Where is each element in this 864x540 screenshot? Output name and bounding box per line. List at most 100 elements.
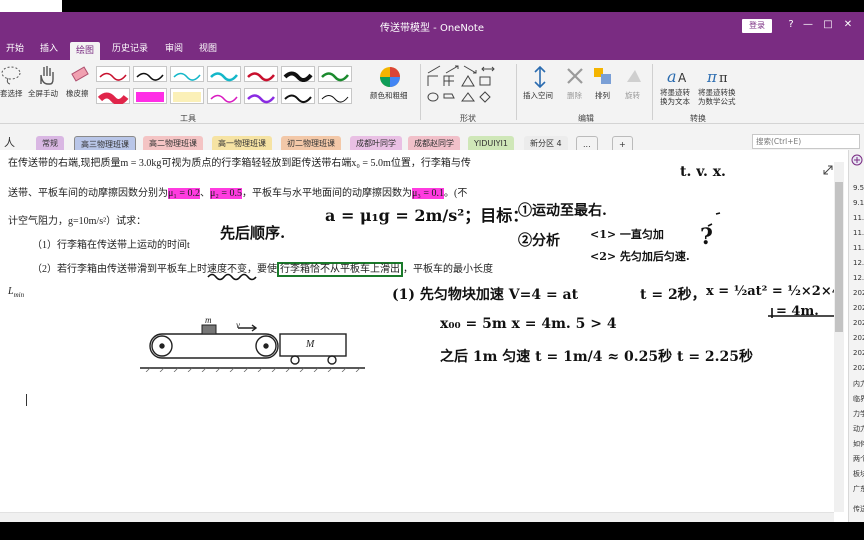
pen-red-medium[interactable]	[244, 66, 278, 82]
arrange-icon[interactable]	[592, 65, 614, 87]
section-tab-label: 常规	[42, 139, 58, 148]
page-list-item[interactable]: 9.1	[853, 199, 864, 207]
menu-draw[interactable]: 绘图	[70, 42, 101, 60]
ink-to-math-icon[interactable]: ππ	[705, 64, 733, 88]
section-overflow-button[interactable]: ...	[576, 136, 598, 151]
section-tab[interactable]: 高二物理班课	[143, 136, 203, 151]
mu3-highlight: μ₃ = 0.1	[412, 188, 444, 199]
window-title: 传送带模型 - OneNote	[380, 23, 484, 34]
login-button[interactable]: 登录	[742, 19, 772, 33]
pen-black-fine[interactable]	[318, 88, 352, 104]
page-canvas[interactable]: 在传送带的右端,现把质量m = 3.0kg可视为质点的行李箱轻轻放到距传送带右端…	[0, 150, 848, 522]
add-page-icon[interactable]	[851, 154, 863, 166]
page-list-item[interactable]: 9.5	[853, 184, 864, 192]
pen-green[interactable]	[318, 66, 352, 82]
pen-red-thin[interactable]	[96, 66, 130, 82]
menu-home[interactable]: 开始	[6, 42, 24, 60]
color-wheel-icon[interactable]	[378, 65, 402, 89]
page-list-item[interactable]: 临界	[853, 394, 864, 404]
search-input[interactable]: 搜索(Ctrl+E)	[752, 134, 860, 149]
svg-text:A: A	[678, 71, 687, 85]
problem-line-1: 在传送带的右端,现把质量m = 3.0kg可视为质点的行李箱轻轻放到距传送带右端…	[8, 158, 471, 169]
minimize-button[interactable]: —	[802, 18, 814, 32]
page-list-item[interactable]: 力学	[853, 409, 864, 419]
pen-cyan-medium[interactable]	[207, 66, 241, 82]
notebook-selector[interactable]: 人	[4, 134, 15, 150]
section-tab[interactable]: 常规	[36, 136, 64, 151]
shapes-gallery-icon[interactable]	[426, 64, 508, 110]
horizontal-scrollbar[interactable]	[0, 512, 834, 522]
highlighter-yellow[interactable]	[170, 88, 204, 104]
section-tab[interactable]: 成都赵同学	[408, 136, 460, 151]
section-tab[interactable]: 初二物理班课	[281, 136, 341, 151]
ink-strokes	[707, 212, 838, 318]
wavy-underline-mark	[207, 273, 257, 281]
text-cursor	[26, 394, 32, 406]
page-list-item[interactable]: 传送	[853, 504, 864, 514]
rotate-label: 旋转	[625, 91, 640, 100]
section-tab[interactable]: 高一物理班课	[212, 136, 272, 151]
menu-insert[interactable]: 插入	[40, 42, 58, 60]
lasso-icon[interactable]	[0, 64, 22, 86]
page-list-item[interactable]: 12.	[853, 259, 864, 267]
pan-hand-icon[interactable]	[36, 64, 56, 86]
pen-black-thin[interactable]	[133, 66, 167, 82]
page-list-item[interactable]: 12.	[853, 274, 864, 282]
figure-label-v: v	[236, 320, 240, 330]
ink-tvx: t. v. x.	[680, 164, 726, 180]
page-list-item[interactable]: 202	[853, 304, 864, 312]
help-button[interactable]: ?	[785, 18, 797, 32]
pen-stroke-icon	[97, 92, 129, 105]
group-edit-label: 编辑	[578, 114, 594, 123]
ribbon-separator	[516, 64, 517, 120]
pen-cyan-thin[interactable]	[170, 66, 204, 82]
pen-purple[interactable]	[244, 88, 278, 104]
insert-space-label: 插入空间	[523, 91, 553, 100]
page-list-item[interactable]: 两个	[853, 454, 864, 464]
page-list-item[interactable]: 11.	[853, 214, 864, 222]
problem-text: 。(不	[444, 188, 468, 199]
section-tab[interactable]: YIDUIYI1	[468, 136, 514, 151]
screen-top-bar	[0, 0, 864, 12]
page-list-item[interactable]: 202	[853, 349, 864, 357]
section-tab[interactable]: 成都叶同学	[350, 136, 402, 151]
rotate-icon[interactable]	[623, 66, 643, 86]
color-thickness-label: 颜色和粗细	[370, 91, 408, 100]
highlighter-magenta[interactable]	[133, 88, 167, 104]
page-list-item[interactable]: 11.	[853, 244, 864, 252]
pen-black-medium[interactable]	[281, 88, 315, 104]
boxed-text: 行李箱恰不从平板车上滑出	[277, 262, 403, 277]
expand-icon[interactable]	[822, 164, 834, 176]
menu-review[interactable]: 审阅	[165, 42, 183, 60]
page-list-item[interactable]: 如何	[853, 439, 864, 449]
page-list-item[interactable]: 内力	[853, 379, 864, 389]
page-list-item[interactable]: 202	[853, 289, 864, 297]
maximize-button[interactable]: □	[822, 18, 834, 32]
section-tab[interactable]: 新分区 4	[524, 136, 568, 151]
insert-space-icon[interactable]	[530, 66, 550, 88]
section-tab-label: +	[619, 140, 626, 149]
delete-icon[interactable]	[565, 66, 585, 86]
ink-step-3: 之后 1m 匀速 t = 1m/4 ≈ 0.25秒 t = 2.25秒	[440, 349, 754, 365]
close-button[interactable]: ✕	[842, 18, 854, 32]
ink-to-text-icon[interactable]: aA	[665, 64, 691, 88]
section-tab-active[interactable]: 高三物理班课	[74, 136, 136, 151]
add-section-button[interactable]: +	[612, 136, 633, 151]
svg-text:a: a	[667, 67, 677, 86]
eraser-icon[interactable]	[70, 64, 90, 84]
page-list-item[interactable]: 202	[853, 364, 864, 372]
pen-black-thick[interactable]	[281, 66, 315, 82]
page-list-item[interactable]: 广东	[853, 484, 864, 494]
menu-history[interactable]: 历史记录	[112, 42, 148, 60]
page-list-item[interactable]: 动力	[853, 424, 864, 434]
page-list-item[interactable]: 202	[853, 334, 864, 342]
highlighter-red[interactable]	[96, 88, 130, 105]
menu-view[interactable]: 视图	[199, 42, 217, 60]
pen-stroke-icon	[210, 94, 238, 103]
page-list-item[interactable]: 202	[853, 319, 864, 327]
page-list-item[interactable]: 11.	[853, 229, 864, 237]
page-list-item[interactable]: 板块	[853, 469, 864, 479]
vertical-scrollbar[interactable]	[834, 162, 844, 512]
pen-magenta-thin[interactable]	[207, 88, 241, 104]
scrollbar-thumb[interactable]	[835, 182, 843, 332]
